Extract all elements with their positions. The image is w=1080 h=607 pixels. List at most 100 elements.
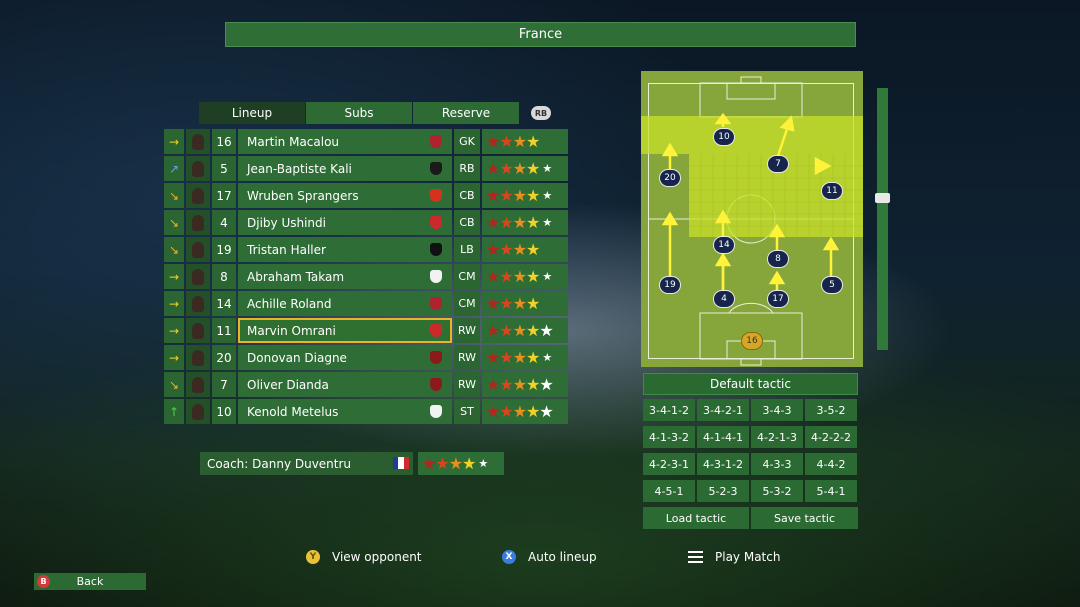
tactic-option-button[interactable]: 4-2-3-1 <box>643 453 695 475</box>
back-button[interactable]: B Back <box>34 573 146 590</box>
tactic-option-button[interactable]: 4-2-2-2 <box>805 426 857 448</box>
formation-token[interactable]: 11 <box>821 182 843 200</box>
star-icon: ★ <box>512 321 527 340</box>
tactic-option-button[interactable]: 5-2-3 <box>697 480 749 502</box>
player-name[interactable]: Abraham Takam <box>238 264 452 289</box>
player-row[interactable]: ↘ 4 Djiby Ushindi CB ★ ★ ★ ★ ★ <box>164 210 568 235</box>
player-row[interactable]: → 20 Donovan Diagne RW ★ ★ ★ ★ ★ <box>164 345 568 370</box>
tab-lineup[interactable]: Lineup <box>199 102 305 124</box>
mentality-slider-handle[interactable] <box>875 193 890 203</box>
player-rating-stars: ★ ★ ★ ★ ★ <box>482 345 568 370</box>
player-row[interactable]: ↘ 7 Oliver Dianda RW ★ ★ ★ ★ ★ <box>164 372 568 397</box>
player-name[interactable]: Jean-Baptiste Kali <box>238 156 452 181</box>
formation-token[interactable]: 4 <box>713 290 735 308</box>
formation-token[interactable]: 14 <box>713 236 735 254</box>
formation-token[interactable]: 19 <box>659 276 681 294</box>
club-crest-icon <box>430 378 442 391</box>
star-icon: ★ <box>486 240 500 259</box>
star-icon: ★ <box>512 348 527 367</box>
load-tactic-button[interactable]: Load tactic <box>643 507 749 529</box>
player-name[interactable]: Achille Roland <box>238 291 452 316</box>
tactic-option-button[interactable]: 4-2-1-3 <box>751 426 803 448</box>
player-number: 20 <box>212 345 236 370</box>
formation-token-goalkeeper[interactable]: 16 <box>741 332 763 350</box>
tactic-option-button[interactable]: 4-3-1-2 <box>697 453 749 475</box>
formation-pitch[interactable]: 10 7 20 11 14 8 19 4 17 5 16 <box>641 71 863 367</box>
star-icon: ★ <box>539 321 553 340</box>
tactic-option-button[interactable]: 4-1-3-2 <box>643 426 695 448</box>
tactic-option-button[interactable]: 3-5-2 <box>805 399 857 421</box>
tactic-option-button[interactable]: 5-3-2 <box>751 480 803 502</box>
player-name[interactable]: Wruben Sprangers <box>238 183 452 208</box>
player-row[interactable]: ↑ 10 Kenold Metelus ST ★ ★ ★ ★ ★ <box>164 399 568 424</box>
club-crest-icon <box>430 351 442 364</box>
rb-button-label: RB <box>534 108 548 118</box>
formation-token[interactable]: 8 <box>767 250 789 268</box>
player-name-text: Martin Macalou <box>247 134 340 149</box>
half-star-icon: ★ <box>542 270 552 283</box>
default-tactic-button[interactable]: Default tactic <box>643 373 858 395</box>
tab-reserve-label: Reserve <box>441 106 491 120</box>
form-arrow-icon: → <box>164 264 184 289</box>
player-name[interactable]: Martin Macalou <box>238 129 452 154</box>
star-icon: ★ <box>499 375 513 394</box>
star-icon: ★ <box>486 213 500 232</box>
player-name[interactable]: Kenold Metelus <box>238 399 452 424</box>
star-icon: ★ <box>486 159 500 178</box>
formation-token[interactable]: 20 <box>659 169 681 187</box>
tactic-option-button[interactable]: 3-4-1-2 <box>643 399 695 421</box>
tactic-option-button[interactable]: 5-4-1 <box>805 480 857 502</box>
star-icon: ★ <box>526 402 540 421</box>
mentality-slider[interactable] <box>877 88 888 350</box>
player-name[interactable]: Marvin Omrani <box>238 318 452 343</box>
formation-token[interactable]: 17 <box>767 290 789 308</box>
player-row[interactable]: → 16 Martin Macalou GK ★ ★ ★ ★ <box>164 129 568 154</box>
player-name-text: Wruben Sprangers <box>247 188 359 203</box>
player-name[interactable]: Djiby Ushindi <box>238 210 452 235</box>
view-opponent-hint[interactable]: Y View opponent <box>306 550 422 564</box>
tactic-option-button[interactable]: 3-4-2-1 <box>697 399 749 421</box>
player-row[interactable]: ↗ 5 Jean-Baptiste Kali RB ★ ★ ★ ★ ★ <box>164 156 568 181</box>
tactic-option-button[interactable]: 3-4-3 <box>751 399 803 421</box>
player-name-text: Abraham Takam <box>247 269 345 284</box>
player-number: 10 <box>212 399 236 424</box>
player-rating-stars: ★ ★ ★ ★ ★ <box>482 399 568 424</box>
play-match-hint[interactable]: Play Match <box>688 550 780 564</box>
player-rating-stars: ★ ★ ★ ★ ★ <box>482 183 568 208</box>
star-icon: ★ <box>512 375 527 394</box>
tactic-option-button[interactable]: 4-3-3 <box>751 453 803 475</box>
player-position: CB <box>454 183 480 208</box>
tab-reserve[interactable]: Reserve <box>413 102 519 124</box>
player-name[interactable]: Donovan Diagne <box>238 345 452 370</box>
tactic-option-label: 4-3-3 <box>762 457 792 471</box>
tactic-option-button[interactable]: 4-5-1 <box>643 480 695 502</box>
star-icon: ★ <box>499 159 513 178</box>
formation-token[interactable]: 5 <box>821 276 843 294</box>
half-star-icon: ★ <box>542 189 552 202</box>
tactic-option-label: 4-5-1 <box>654 484 684 498</box>
y-button-icon: Y <box>306 550 320 564</box>
star-icon: ★ <box>526 267 540 286</box>
player-name-text: Kenold Metelus <box>247 404 339 419</box>
tactic-option-button[interactable]: 4-4-2 <box>805 453 857 475</box>
club-crest-icon <box>430 243 442 256</box>
tab-subs[interactable]: Subs <box>306 102 412 124</box>
formation-token[interactable]: 7 <box>767 155 789 173</box>
player-row[interactable]: ↘ 17 Wruben Sprangers CB ★ ★ ★ ★ ★ <box>164 183 568 208</box>
formation-token[interactable]: 10 <box>713 128 735 146</box>
star-icon: ★ <box>486 294 500 313</box>
tactic-option-button[interactable]: 4-1-4-1 <box>697 426 749 448</box>
star-icon: ★ <box>526 240 540 259</box>
save-tactic-button[interactable]: Save tactic <box>751 507 858 529</box>
tactic-option-label: 4-2-3-1 <box>649 457 689 471</box>
auto-lineup-hint[interactable]: X Auto lineup <box>502 550 597 564</box>
player-row[interactable]: → 8 Abraham Takam CM ★ ★ ★ ★ ★ <box>164 264 568 289</box>
player-name[interactable]: Tristan Haller <box>238 237 452 262</box>
player-row[interactable]: → 14 Achille Roland CM ★ ★ ★ ★ <box>164 291 568 316</box>
load-tactic-label: Load tactic <box>665 511 727 525</box>
player-rating-stars: ★ ★ ★ ★ ★ <box>482 156 568 181</box>
player-position: RW <box>454 372 480 397</box>
player-row[interactable]: → 11 Marvin Omrani RW ★ ★ ★ ★ ★ <box>164 318 568 343</box>
player-row[interactable]: ↘ 19 Tristan Haller LB ★ ★ ★ ★ <box>164 237 568 262</box>
player-name[interactable]: Oliver Dianda <box>238 372 452 397</box>
